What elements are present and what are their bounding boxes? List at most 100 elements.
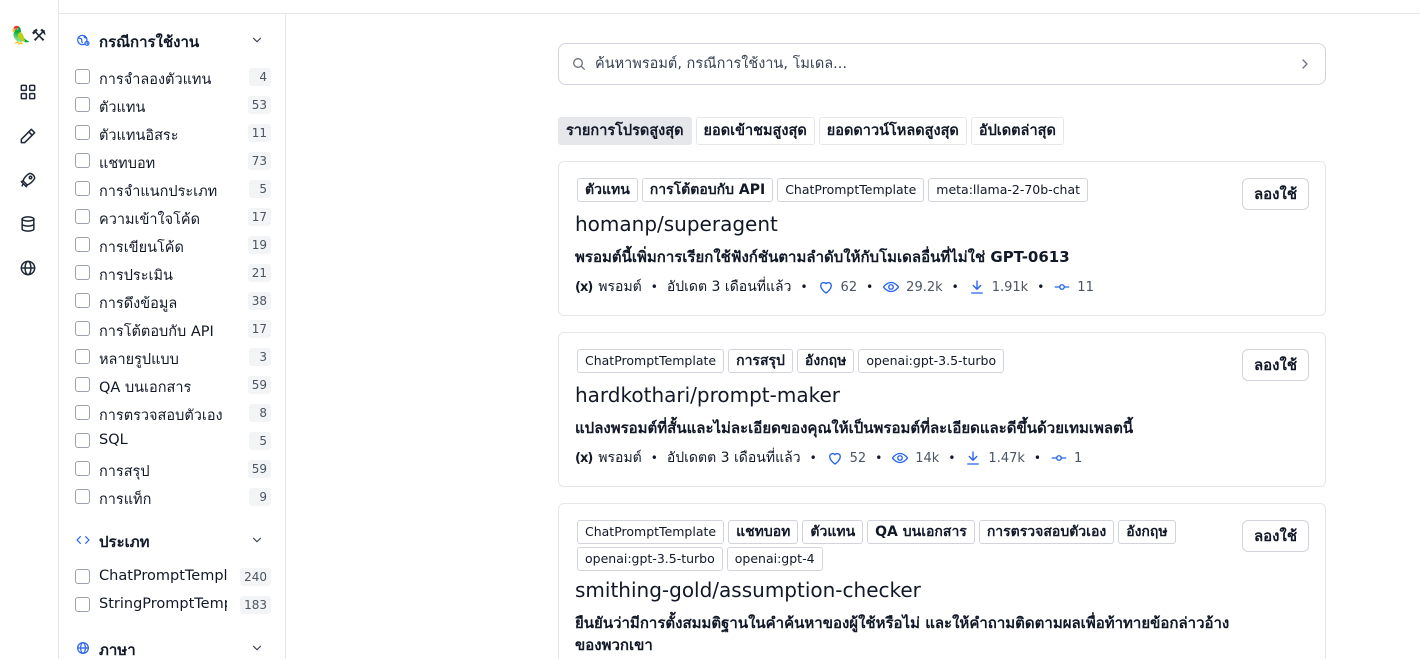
filter-label: หลายรูปแบบ [99,352,179,368]
filter-row[interactable]: ตัวแทนอิสระ 11 [75,122,271,144]
tag[interactable]: อังกฤษ [1118,520,1176,544]
likes-count: 52 [849,450,867,466]
usecases-section-header[interactable]: กรณีการใช้งาน [60,26,286,54]
filter-checkbox[interactable] [75,597,90,612]
prompt-name[interactable]: hardkothari/prompt-maker [575,383,840,407]
likes-count: 62 [840,279,858,295]
filter-checkbox[interactable] [75,349,90,364]
variable-icon: (x) [575,279,593,295]
filter-row[interactable]: StringPromptTemplate 183 [75,594,271,616]
filter-row[interactable]: การจำแนกประเภท 5 [75,178,271,200]
tag[interactable]: อังกฤษ [796,349,855,373]
filter-count: 19 [247,236,271,254]
tag[interactable]: ChatPromptTemplate [577,349,725,373]
filter-row[interactable]: การแท็ก 9 [75,486,271,508]
pencil-icon[interactable] [15,123,41,149]
database-icon[interactable] [15,211,41,237]
filter-label: ตัวแทนอิสระ [99,128,179,144]
language-section-header[interactable]: ภาษา [60,634,286,659]
tag[interactable]: การโต้ตอบกับ API [641,178,774,202]
tag[interactable]: การตรวจสอบตัวเอง [978,520,1115,544]
downloads-count: 1.91k [991,279,1029,295]
heart-icon[interactable] [817,278,835,296]
filter-row[interactable]: ตัวแทน 53 [75,94,271,116]
filter-checkbox[interactable] [75,293,90,308]
filter-checkbox[interactable] [75,237,90,252]
chevron-down-icon[interactable] [250,640,266,656]
filter-row[interactable]: SQL 5 [75,430,271,452]
filter-checkbox[interactable] [75,265,90,280]
prompt-name[interactable]: smithing-gold/assumption-checker [575,578,921,602]
prompt-description: ยืนยันว่ามีการตั้งสมมติฐานในคำค้นหาของผู… [575,614,1230,654]
filter-count: 3 [249,348,271,366]
separator-dot: • [951,280,959,294]
sort-tab[interactable]: ยอดเข้าชมสูงสุด [695,117,815,145]
prompt-card[interactable]: ตัวแทน การโต้ตอบกับ API ChatPromptTemplate… [558,161,1326,316]
tag[interactable]: ตัวแทน [577,178,638,202]
prompt-card[interactable]: ChatPromptTemplate แชทบอท ตัวแทน QA บนเอกสา… [558,503,1326,659]
filter-row[interactable]: การเขียนโค้ด 19 [75,234,271,256]
try-button[interactable]: ลองใช้ [1242,178,1309,210]
filter-row[interactable]: หลายรูปแบบ 3 [75,346,271,368]
download-icon [968,278,986,296]
prompt-name[interactable]: homanp/superagent [575,212,778,236]
globe-icon[interactable] [15,255,41,281]
search-input[interactable] [595,52,1285,76]
chevron-right-icon[interactable] [1297,56,1313,72]
filter-checkbox[interactable] [75,181,90,196]
try-button[interactable]: ลองใช้ [1242,520,1309,552]
filter-checkbox[interactable] [75,405,90,420]
filter-row[interactable]: การจำลองตัวแทน 4 [75,66,271,88]
prompt-card[interactable]: ChatPromptTemplate การสรุป อังกฤษ openai:gp… [558,332,1326,487]
sort-tab[interactable]: อัปเดตล่าสุด [970,117,1064,145]
tag[interactable]: meta:llama-2-70b-chat [928,178,1089,202]
app-logo[interactable]: 🦜⚒ [10,24,46,48]
types-section-header[interactable]: ประเภท [60,526,286,554]
forks-count: 11 [1077,279,1094,295]
tag[interactable]: แชทบอท [728,520,799,544]
filter-row[interactable]: แชทบอท 73 [75,150,271,172]
filter-row[interactable]: QA บนเอกสาร 59 [75,374,271,396]
grid-icon[interactable] [15,79,41,105]
filter-label: ความเข้าใจโค้ด [99,212,201,228]
filter-checkbox[interactable] [75,377,90,392]
chevron-down-icon[interactable] [250,32,266,48]
filter-checkbox[interactable] [75,153,90,168]
tag[interactable]: ChatPromptTemplate [577,520,725,544]
filter-checkbox[interactable] [75,433,90,448]
filter-checkbox[interactable] [75,69,90,84]
filter-checkbox[interactable] [75,209,90,224]
filter-checkbox[interactable] [75,125,90,140]
tag[interactable]: QA บนเอกสาร [867,520,975,544]
rocket-icon[interactable] [15,167,41,193]
try-button[interactable]: ลองใช้ [1242,349,1309,381]
filter-checkbox[interactable] [75,569,90,584]
tag[interactable]: openai:gpt-4 [726,547,823,571]
sort-tab[interactable]: ยอดดาวน์โหลดสูงสุด [818,117,967,145]
separator-dot: • [650,451,658,465]
views-count: 29.2k [906,279,943,295]
tag[interactable]: openai:gpt-3.5-turbo [577,547,723,571]
tag[interactable]: การสรุป [728,349,793,373]
likes-stat[interactable]: 52 [826,449,867,467]
chevron-down-icon[interactable] [250,532,266,548]
filter-row[interactable]: การดึงข้อมูล 38 [75,290,271,312]
filter-row[interactable]: การประเมิน 21 [75,262,271,284]
sort-tab[interactable]: รายการโปรดสูงสุด [558,117,692,145]
tag[interactable]: ChatPromptTemplate [777,178,925,202]
filter-row[interactable]: การตรวจสอบตัวเอง 8 [75,402,271,424]
likes-stat[interactable]: 62 [817,278,858,296]
tag[interactable]: openai:gpt-3.5-turbo [858,349,1005,373]
forks-stat: 1 [1050,449,1082,467]
heart-icon[interactable] [826,449,844,467]
tag[interactable]: ตัวแทน [802,520,864,544]
filter-row[interactable]: ความเข้าใจโค้ด 17 [75,206,271,228]
filter-row[interactable]: การสรุป 59 [75,458,271,480]
filter-row[interactable]: การโต้ตอบกับ API 17 [75,318,271,340]
filter-label: การดึงข้อมูล [99,296,178,312]
filter-checkbox[interactable] [75,97,90,112]
filter-checkbox[interactable] [75,321,90,336]
filter-checkbox[interactable] [75,461,90,476]
filter-row[interactable]: ChatPromptTemplate 240 [75,566,271,588]
filter-checkbox[interactable] [75,489,90,504]
